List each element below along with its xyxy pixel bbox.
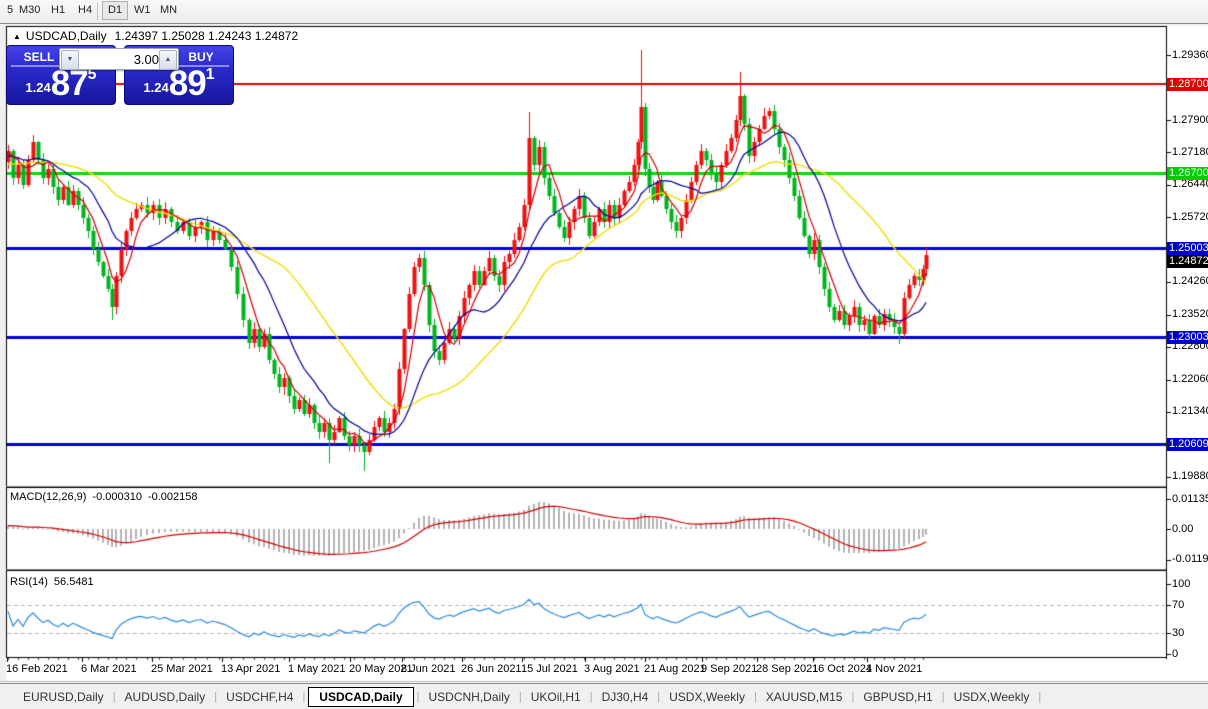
- tab-separator: |: [1038, 690, 1042, 703]
- price-level-badge: 1.24872: [1167, 255, 1208, 269]
- chart-tab-xauusd-m15[interactable]: XAUUSD,M15: [757, 687, 852, 707]
- volume-spinner: ▼ ▲: [59, 48, 179, 70]
- date-axis-label: 28 Sep 2021: [756, 663, 819, 675]
- chart-tab-eurusd-daily[interactable]: EURUSD,Daily: [14, 687, 113, 707]
- macd-axis-tick: -0.01190: [1172, 553, 1208, 566]
- macd-value-1: -0.000310: [92, 491, 142, 503]
- rsi-axis-tick: 30: [1172, 626, 1185, 639]
- date-axis-label: 26 Jun 2021: [461, 663, 522, 675]
- price-axis-tick: 1.23520: [1172, 308, 1208, 321]
- date-axis-label: 25 Mar 2021: [151, 663, 213, 675]
- date-axis-label: 9 Sep 2021: [701, 663, 758, 675]
- timeframe-button-w1[interactable]: W1: [129, 2, 156, 19]
- volume-decrease-icon[interactable]: ▼: [61, 50, 79, 70]
- timeframe-button-mn[interactable]: MN: [155, 2, 182, 19]
- timeframe-button-h4[interactable]: H4: [73, 2, 97, 19]
- one-click-trading-panel: SELL 1.24875 BUY 1.24891 ▼ ▲: [6, 45, 234, 106]
- sell-price-prefix: 1.24: [25, 80, 51, 95]
- price-level-badge: 1.20609: [1167, 437, 1208, 451]
- price-axis-tick: 1.19880: [1172, 470, 1208, 483]
- timeframe-button-h1[interactable]: H1: [46, 2, 70, 19]
- chart-tab-gbpusd-h1[interactable]: GBPUSD,H1: [854, 687, 941, 707]
- date-axis-label: 6 Mar 2021: [81, 663, 137, 675]
- toolbar-separator: [97, 2, 98, 20]
- symbol-tab-bar: EURUSD,Daily | AUDUSD,Daily | USDCHF,H4 | USDC…: [0, 683, 1208, 709]
- macd-axis-tick: 0.00: [1172, 522, 1194, 535]
- macd-name: MACD(12,26,9): [10, 491, 87, 503]
- buy-price-prefix: 1.24: [143, 80, 169, 95]
- date-axis-label: 4 Nov 2021: [866, 663, 923, 675]
- timeframe-toolbar: 5 M30 H1 H4 D1 W1 MN: [0, 0, 1208, 24]
- buy-price: 1.24891: [125, 66, 233, 101]
- timeframe-button-m30[interactable]: M30: [14, 2, 45, 19]
- chart-tab-usdx-weekly[interactable]: USDX,Weekly: [660, 687, 754, 707]
- rsi-value: 56.5481: [53, 576, 94, 588]
- sell-price: 1.24875: [7, 66, 115, 101]
- rsi-label: RSI(14) 56.5481: [10, 576, 100, 588]
- macd-value-2: -0.002158: [147, 491, 198, 503]
- chart-ohlc-values: 1.24397 1.25028 1.24243 1.24872: [114, 29, 299, 43]
- price-chart-canvas[interactable]: [0, 0, 1208, 709]
- rsi-name: RSI(14): [10, 576, 48, 588]
- volume-input[interactable]: [79, 49, 159, 69]
- rsi-axis-tick: 100: [1172, 577, 1191, 590]
- date-axis-label: 16 Oct 2021: [812, 663, 872, 675]
- price-axis-tick: 1.25720: [1172, 210, 1208, 223]
- date-axis-label: 13 Apr 2021: [221, 663, 281, 675]
- chart-tab-usdcnh-daily[interactable]: USDCNH,Daily: [420, 687, 519, 707]
- date-axis-label: 15 Jul 2021: [521, 663, 578, 675]
- chart-tab-ukoil-h1[interactable]: UKOil,H1: [522, 687, 590, 707]
- macd-axis-tick: 0.01135: [1172, 492, 1208, 505]
- price-axis-tick: 1.24260: [1172, 275, 1208, 288]
- chart-symbol-label: USDCAD,Daily: [25, 29, 107, 43]
- price-axis-tick: 1.29360: [1172, 48, 1208, 61]
- volume-increase-icon[interactable]: ▲: [159, 50, 177, 70]
- price-axis-tick: 1.26440: [1172, 178, 1208, 191]
- chart-tab-audusd-daily[interactable]: AUDUSD,Daily: [116, 687, 215, 707]
- date-axis-label: 3 Aug 2021: [584, 663, 640, 675]
- rsi-axis-tick: 70: [1172, 598, 1185, 611]
- chart-tab-usdcad-daily[interactable]: USDCAD,Daily: [308, 686, 414, 707]
- date-axis-label: 21 Aug 2021: [644, 663, 706, 675]
- price-axis-tick: 1.27180: [1172, 145, 1208, 158]
- price-axis-tick: 1.22060: [1172, 373, 1208, 386]
- rsi-axis-tick: 0: [1172, 647, 1179, 660]
- price-axis-tick: 1.21340: [1172, 405, 1208, 418]
- collapse-icon[interactable]: ▲: [13, 32, 21, 41]
- chart-tab-usdx-weekly[interactable]: USDX,Weekly: [945, 687, 1039, 707]
- chart-tab-usdchf-h4[interactable]: USDCHF,H4: [217, 687, 302, 707]
- price-level-badge: 1.23003: [1167, 331, 1208, 345]
- price-level-badge: 1.25003: [1167, 242, 1208, 256]
- macd-label: MACD(12,26,9) -0.000310 -0.002158: [10, 491, 204, 503]
- price-level-badge: 1.26700: [1167, 166, 1208, 180]
- price-level-badge: 1.28700: [1167, 77, 1208, 91]
- chart-title: ▲ USDCAD,Daily 1.24397 1.25028 1.24243 1.2…: [13, 29, 298, 43]
- date-axis-label: 16 Feb 2021: [6, 663, 68, 675]
- date-axis-label: 1 May 2021: [288, 663, 346, 675]
- chart-tab-dj30-h4[interactable]: DJ30,H4: [593, 687, 658, 707]
- date-axis-label: 8 Jun 2021: [401, 663, 456, 675]
- tab-separator: |: [302, 690, 306, 703]
- price-axis-tick: 1.27900: [1172, 113, 1208, 126]
- buy-price-sup: 1: [205, 66, 215, 83]
- timeframe-button-d1[interactable]: D1: [102, 1, 129, 20]
